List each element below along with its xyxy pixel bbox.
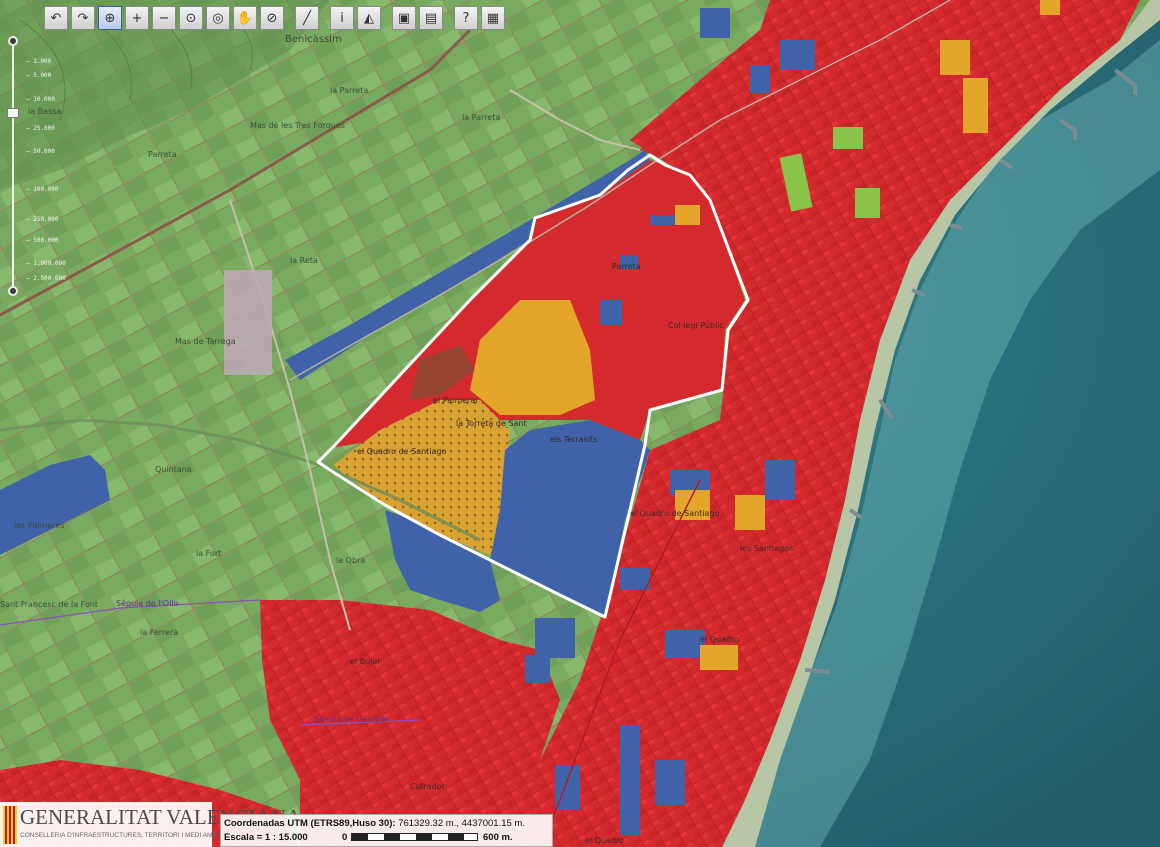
zoom-slider[interactable] xyxy=(6,36,22,296)
profile-icon: ◭ xyxy=(364,10,374,26)
legend-button[interactable]: ▦ xyxy=(481,6,505,30)
map-place-label: la Fort xyxy=(196,549,221,558)
coordinates-readout: Coordenadas UTM (ETRS89,Huso 30): 761329… xyxy=(224,818,525,829)
zoom-previous-button[interactable]: ◎ xyxy=(206,6,230,30)
map-place-label: les Palmeres xyxy=(14,521,64,530)
zoom-full-button[interactable]: ⊙ xyxy=(179,6,203,30)
print-icon: ▣ xyxy=(397,10,411,26)
map-place-label: els Terrasits xyxy=(550,435,597,444)
zoom-scale-label[interactable]: – 5.000 xyxy=(26,72,51,79)
map-place-label: la Torreta de Sant xyxy=(456,419,527,428)
zoom-scale-label[interactable]: – 25.000 xyxy=(26,125,55,132)
map-place-label: el Boler xyxy=(350,657,381,666)
scalebar-end-label: 600 m. xyxy=(483,832,513,843)
coordinates-label: Coordenadas UTM (ETRS89,Huso 30): xyxy=(224,818,396,829)
scale-label: Escala = 1 : 15.000 xyxy=(224,832,308,843)
map-place-label: el Quadro de Santiago xyxy=(630,509,720,518)
zoom-scale-label[interactable]: – 1.000.000 xyxy=(26,260,66,267)
print-button[interactable]: ▣ xyxy=(392,6,416,30)
export-icon: ▤ xyxy=(424,10,438,26)
logo-subtitle: CONSELLERIA D'INFRAESTRUCTURES, TERRITOR… xyxy=(20,832,232,839)
zoom-out-end-icon[interactable] xyxy=(8,286,18,296)
info-icon: i xyxy=(340,10,344,26)
zoom-in-icon: + xyxy=(131,10,143,26)
generalitat-logo: GENERALITAT VALENCIANA CONSELLERIA D'INF… xyxy=(0,802,301,847)
zoom-full-icon: ⊙ xyxy=(185,10,197,26)
navigate-forward-icon: ↷ xyxy=(77,10,89,26)
measure-button[interactable]: ╱ xyxy=(295,6,319,30)
zoom-scale-label[interactable]: – 500.000 xyxy=(26,237,59,244)
coordinates-value: 761329.32 m., 4437001.15 m. xyxy=(398,818,525,829)
zoom-out-button[interactable]: − xyxy=(152,6,176,30)
pan-icon: ✋ xyxy=(236,10,254,26)
map-place-label: la Parreta xyxy=(330,86,368,95)
map-place-label: Col·legi Públic xyxy=(668,321,724,330)
coordinates-scale-panel: Coordenadas UTM (ETRS89,Huso 30): 761329… xyxy=(220,814,553,847)
senyera-icon xyxy=(3,806,17,844)
map-place-label: Sant Francesc de la Font xyxy=(0,600,98,609)
map-place-label: Cofrador xyxy=(410,782,445,791)
zoom-in-end-icon[interactable] xyxy=(8,36,18,46)
map-place-label: la Bassa xyxy=(28,107,61,116)
zoom-scale-icon: ⊘ xyxy=(266,10,278,26)
zoom-out-icon: − xyxy=(158,10,170,26)
zoom-scale-label[interactable]: – 2.500.000 xyxy=(26,275,66,282)
profile-button[interactable]: ◭ xyxy=(357,6,381,30)
zoom-in-button[interactable]: + xyxy=(125,6,149,30)
zoom-scale-label[interactable]: – 50.000 xyxy=(26,148,55,155)
zoom-previous-icon: ◎ xyxy=(212,10,224,26)
map-canvas[interactable]: Benicàssim la Parreta la Parreta Mas de les… xyxy=(0,0,1160,847)
map-place-label: Quintana xyxy=(155,465,192,474)
export-button[interactable]: ▤ xyxy=(419,6,443,30)
map-toolbar: ↶ ↷ ⊕ + − ⊙ ◎ ✋ ⊘ ╱ i ◭ ▣ ▤? ▦ xyxy=(44,5,505,31)
zoom-scale-label[interactable]: – 1.000 xyxy=(26,58,51,65)
map-place-label: Mas de les Tres Forques xyxy=(250,121,345,130)
map-place-label: Mas de Tarrega xyxy=(175,337,236,346)
navigate-forward-button[interactable]: ↷ xyxy=(71,6,95,30)
map-place-label: el Quadro xyxy=(585,836,624,845)
help-button[interactable]: ? xyxy=(454,6,478,30)
map-place-label: la Ferrera xyxy=(140,628,178,637)
map-place-label: Benicàssim xyxy=(285,33,342,45)
map-place-label: la Reta xyxy=(290,256,318,265)
map-place-label: el Quadro xyxy=(700,635,739,644)
pan-button[interactable]: ✋ xyxy=(233,6,257,30)
map-place-label: Séquia de Gaudier xyxy=(314,714,389,724)
map-place-label: la Parreta xyxy=(462,113,500,122)
map-place-label: Séquia de l'Ollo xyxy=(116,598,179,608)
zoom-window-button[interactable]: ⊕ xyxy=(98,6,122,30)
zoom-window-icon: ⊕ xyxy=(104,10,116,26)
zoom-scale-label[interactable]: – 250.000 xyxy=(26,216,59,223)
zoom-track[interactable] xyxy=(12,44,14,290)
info-button[interactable]: i xyxy=(330,6,354,30)
zoom-slider-thumb[interactable] xyxy=(7,108,19,118)
map-place-label: el Palmeral xyxy=(433,396,477,405)
measure-icon: ╱ xyxy=(303,10,311,26)
map-place-label: el Quadro de Santiago xyxy=(357,447,447,456)
zoom-scale-button[interactable]: ⊘ xyxy=(260,6,284,30)
map-place-label: Parreta xyxy=(612,262,641,271)
help-icon: ? xyxy=(462,10,470,26)
navigate-back-button[interactable]: ↶ xyxy=(44,6,68,30)
scalebar-start-label: 0 xyxy=(342,832,348,843)
zoom-scale-label[interactable]: – 10.000 xyxy=(26,96,55,103)
building-complex xyxy=(224,270,272,375)
legend-icon: ▦ xyxy=(486,10,500,26)
map-place-label: la Obra xyxy=(336,556,365,565)
zoom-scale-label[interactable]: – 100.000 xyxy=(26,186,59,193)
map-place-label: les Santiagos xyxy=(740,544,793,553)
navigate-back-icon: ↶ xyxy=(50,10,62,26)
scale-bar xyxy=(351,833,478,841)
map-place-label: Parreta xyxy=(148,150,177,159)
